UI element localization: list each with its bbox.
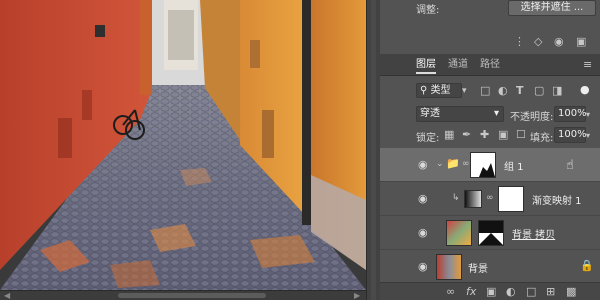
tab-layers[interactable]: 图层 — [416, 58, 436, 74]
lock-artboard-icon[interactable]: ▣ — [498, 129, 508, 141]
layers-bottom-bar: ∞ fx ▣ ◐ □ ⊞ ▩ — [380, 282, 600, 300]
layer-row-background-copy[interactable]: ◉ 背景 拷贝 — [380, 216, 600, 250]
layer-name[interactable]: 组 1 — [504, 158, 524, 173]
lock-icon[interactable]: 🔒 — [580, 260, 594, 272]
visibility-eye-icon[interactable]: ◉ — [418, 260, 428, 273]
search-icon: ⚲ — [420, 85, 428, 96]
lock-row: 锁定: ▦ ✒ ✚ ▣ ☐ 填充: 100% ▾ — [380, 126, 600, 144]
scroll-left-icon[interactable]: ◀ — [4, 291, 10, 300]
filter-toggle-icon[interactable]: ● — [580, 84, 590, 96]
shape-filter-icon[interactable]: ▢ — [534, 85, 544, 97]
marquee-icon[interactable]: ⋮ — [514, 36, 525, 48]
adjust-filter-icon[interactable]: ◐ — [498, 85, 508, 97]
link-icon[interactable]: ∞ — [486, 192, 494, 204]
link-icon[interactable]: ∞ — [462, 158, 470, 170]
mask-shape — [479, 221, 503, 245]
scrollbar-thumb[interactable] — [118, 293, 266, 298]
lock-pixels-icon[interactable]: ✒ — [462, 129, 471, 141]
group-mask-thumbnail[interactable] — [470, 152, 496, 178]
type-filter-icon[interactable]: T — [516, 85, 524, 97]
tab-channels[interactable]: 通道 — [448, 58, 468, 72]
fx-icon[interactable]: fx — [466, 286, 476, 298]
folder-icon: 📁 — [446, 157, 460, 170]
lock-transparent-icon[interactable]: ▦ — [444, 129, 454, 141]
pixel-filter-icon[interactable]: □ — [480, 85, 490, 97]
fill-field[interactable]: 100% — [554, 127, 587, 143]
filter-row: ⚲ 类型 ▾ □ ◐ T ▢ ◨ ● — [380, 80, 600, 100]
blend-mode-value: 穿透 — [420, 108, 440, 119]
properties-row: 调整: 选择并遮住 ... — [380, 0, 600, 20]
adjust-label: 调整: — [416, 5, 440, 16]
trash-icon[interactable]: ▣ — [576, 36, 586, 48]
layer-name[interactable]: 背景 — [468, 260, 488, 275]
lock-all-icon[interactable]: ☐ — [516, 129, 526, 141]
select-and-mask-button[interactable]: 选择并遮住 ... — [508, 0, 596, 16]
pointer-cursor-icon: ☝ — [566, 158, 574, 173]
adjustment-icon[interactable]: ◐ — [506, 286, 516, 298]
tab-paths[interactable]: 路径 — [480, 58, 500, 72]
panel-divider[interactable] — [366, 0, 380, 300]
layer-name[interactable]: 渐变映射 1 — [532, 192, 582, 207]
layer-row-group[interactable]: ◉ ⌄ 📁 ∞ 组 1 ☝ — [380, 148, 600, 182]
layer-thumbnail[interactable] — [436, 254, 462, 280]
opacity-caret-icon[interactable]: ▾ — [586, 109, 590, 121]
layer-row-background[interactable]: ◉ 背景 🔒 — [380, 250, 600, 284]
layer-name[interactable]: 背景 拷贝 — [512, 226, 555, 241]
link-icon[interactable]: ∞ — [446, 286, 455, 298]
new-layer-icon[interactable]: ⊞ — [546, 286, 555, 298]
smart-filter-icon[interactable]: ◨ — [552, 85, 562, 97]
delete-icon[interactable]: ▩ — [566, 286, 576, 298]
photoshop-window: ◀ ▶ 调整: 选择并遮住 ... ⋮ ◇ ◉ ▣ 图层 通道 路径 ≡ ⚲ 类… — [0, 0, 600, 300]
filter-type-label: 类型 — [430, 85, 451, 96]
adjustment-thumbnail-icon — [464, 190, 482, 208]
fill-label: 填充: — [530, 133, 554, 144]
lock-label: 锁定: — [416, 133, 440, 144]
expand-chevron-icon[interactable]: ⌄ — [436, 158, 444, 170]
visibility-eye-icon[interactable]: ◉ — [418, 226, 428, 239]
vertical-scroll-track[interactable] — [371, 0, 376, 300]
fill-caret-icon[interactable]: ▾ — [586, 130, 590, 142]
chevron-down-icon: ▾ — [493, 108, 499, 119]
panel-menu-icon[interactable]: ≡ — [583, 59, 592, 71]
opacity-field[interactable]: 100% — [554, 106, 587, 122]
blend-row: 穿透 ▾ 不透明度: 100% ▾ — [380, 104, 600, 124]
layer-mask-thumbnail[interactable] — [478, 220, 504, 246]
document-canvas[interactable] — [0, 0, 366, 290]
layer-thumbnail[interactable] — [446, 220, 472, 246]
layers-tab-bar: 图层 通道 路径 ≡ — [380, 54, 600, 76]
scroll-right-icon[interactable]: ▶ — [354, 291, 360, 300]
right-panel: 调整: 选择并遮住 ... ⋮ ◇ ◉ ▣ 图层 通道 路径 ≡ ⚲ 类型 ▾ … — [380, 0, 600, 300]
blend-mode-select[interactable]: 穿透 ▾ — [416, 106, 504, 122]
eye-icon[interactable]: ◉ — [554, 36, 564, 48]
lock-position-icon[interactable]: ✚ — [480, 129, 489, 141]
opacity-label: 不透明度: — [510, 112, 554, 123]
layer-mask-thumbnail[interactable] — [498, 186, 524, 212]
folder-icon[interactable]: □ — [526, 286, 536, 298]
filter-type-select[interactable]: ⚲ 类型 — [416, 83, 462, 98]
properties-icon-row: ⋮ ◇ ◉ ▣ — [380, 34, 600, 52]
mask-icon[interactable]: ▣ — [486, 286, 496, 298]
chevron-down-icon[interactable]: ▾ — [462, 85, 467, 97]
layer-row-gradient-map[interactable]: ◉ ↳ ∞ 渐变映射 1 — [380, 182, 600, 216]
diamond-icon[interactable]: ◇ — [534, 36, 542, 48]
alley-photo — [0, 0, 366, 290]
visibility-eye-icon[interactable]: ◉ — [418, 158, 428, 171]
visibility-eye-icon[interactable]: ◉ — [418, 192, 428, 205]
mask-shape — [479, 163, 495, 177]
clip-arrow-icon: ↳ — [452, 193, 460, 203]
canvas-horizontal-scrollbar[interactable]: ◀ ▶ — [0, 290, 366, 300]
